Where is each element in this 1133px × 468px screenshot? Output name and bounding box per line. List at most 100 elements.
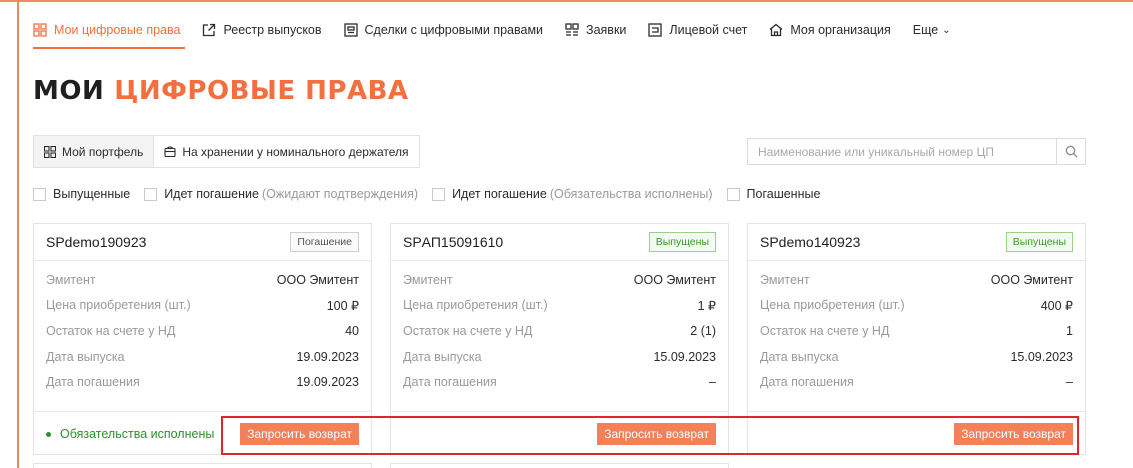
- nav-more-label: Еще: [912, 23, 939, 37]
- digital-right-card: SPdemo140923 Выпущены Эмитент ООО Эмитент…: [747, 223, 1086, 455]
- status-badge: Выпущены: [1005, 232, 1073, 252]
- card-row-price: Цена приобретения (шт.) 1 ₽: [403, 293, 716, 319]
- nav-item-more[interactable]: Еще ⌄: [913, 23, 951, 37]
- card-row-price: Цена приобретения (шт.) 100 ₽: [46, 293, 359, 319]
- row-key: Дата погашения: [46, 375, 140, 390]
- nav-item-my-organization[interactable]: Моя организация: [769, 23, 891, 37]
- row-value: 19.09.2023: [296, 375, 359, 390]
- nav-item-account[interactable]: Лицевой счет: [648, 23, 747, 37]
- card-row-issuer: Эмитент ООО Эмитент: [760, 267, 1073, 293]
- row-key: Дата погашения: [760, 375, 854, 390]
- deals-icon: [343, 23, 358, 37]
- row-key: Дата выпуска: [403, 349, 482, 364]
- filter-checkbox[interactable]: [432, 187, 446, 201]
- filter-label: Выпущенные: [53, 187, 131, 201]
- status-dot-icon: [46, 431, 51, 437]
- card-header: SPАП15091610 Выпущены: [391, 224, 728, 261]
- nav-item-label: Мои цифровые права: [54, 23, 181, 37]
- row-key: Дата выпуска: [46, 349, 125, 364]
- card-name[interactable]: SPdemo140923: [760, 234, 860, 250]
- active-nav-underline: [33, 47, 185, 49]
- card-header: SPdemo140923 Выпущены: [748, 224, 1085, 261]
- card-name[interactable]: SPdemo190923: [46, 234, 146, 250]
- search-input[interactable]: [748, 139, 1056, 164]
- card-row-issue-date: Дата выпуска 15.09.2023: [760, 344, 1073, 370]
- row-key: Остаток на счете у НД: [46, 323, 176, 338]
- row-value: 2 (1): [690, 323, 716, 338]
- wallet-icon: [164, 145, 176, 158]
- request-return-button[interactable]: Запросить возврат: [240, 423, 359, 445]
- filter-sublabel: (Ожидают подтверждения): [261, 187, 419, 201]
- filter-checkbox[interactable]: [144, 187, 158, 201]
- card-row-balance: Остаток на счете у НД 2 (1): [403, 318, 716, 344]
- nav-item-my-digital-rights[interactable]: Мои цифровые права: [33, 23, 180, 37]
- card-footer: Запросить возврат: [748, 411, 1085, 456]
- filter-checkbox[interactable]: [726, 187, 740, 201]
- row-key: Цена приобретения (шт.): [403, 298, 548, 313]
- next-card-partial: [33, 463, 372, 468]
- page-title-part1: МОИ: [33, 76, 105, 106]
- row-key: Дата погашения: [403, 375, 497, 390]
- row-value: ООО Эмитент: [276, 272, 359, 287]
- nav-item-label: Сделки с цифровыми правами: [364, 23, 544, 37]
- card-name[interactable]: SPАП15091610: [403, 234, 503, 250]
- row-value: 1 ₽: [697, 298, 716, 313]
- page-title: МОИ ЦИФРОВЫЕ ПРАВА: [33, 76, 409, 106]
- row-key: Цена приобретения (шт.): [760, 298, 905, 313]
- nav-item-label: Лицевой счет: [669, 23, 748, 37]
- filter-redeeming-awaiting[interactable]: Идет погашение (Ожидают подтверждения): [144, 187, 418, 201]
- card-row-redeem-date: Дата погашения 19.09.2023: [46, 369, 359, 395]
- next-card-partial: [390, 463, 729, 468]
- row-value: –: [1066, 375, 1073, 390]
- row-value: ООО Эмитент: [990, 272, 1073, 287]
- search-icon: [1065, 145, 1077, 158]
- row-value: 15.09.2023: [1010, 349, 1073, 364]
- row-key: Дата выпуска: [760, 349, 839, 364]
- card-row-balance: Остаток на счете у НД 40: [46, 318, 359, 344]
- nav-item-deals[interactable]: Сделки с цифровыми правами: [343, 23, 544, 37]
- card-body: Эмитент ООО Эмитент Цена приобретения (шт…: [34, 261, 371, 395]
- card-status: Обязательства исполнены: [46, 427, 214, 441]
- card-row-issuer: Эмитент ООО Эмитент: [403, 267, 716, 293]
- request-return-button[interactable]: Запросить возврат: [597, 423, 716, 445]
- card-header: SPdemo190923 Погашение: [34, 224, 371, 261]
- filter-issued[interactable]: Выпущенные: [33, 187, 130, 201]
- nav-item-requests[interactable]: Заявки: [565, 23, 626, 37]
- filter-redeemed[interactable]: Погашенные: [726, 187, 821, 201]
- filter-sublabel: (Обязательства исполнены): [549, 187, 713, 201]
- account-icon: [648, 23, 663, 37]
- nav-item-issue-registry[interactable]: Реестр выпусков: [202, 23, 322, 37]
- filter-label: Идет погашение: [452, 187, 547, 201]
- filter-checkbox[interactable]: [33, 187, 46, 201]
- nav-item-label: Моя организация: [790, 23, 891, 37]
- card-status-text: Обязательства исполнены: [60, 427, 215, 441]
- row-key: Эмитент: [403, 272, 453, 287]
- row-value: 40: [345, 323, 359, 338]
- card-row-issue-date: Дата выпуска 15.09.2023: [403, 344, 716, 370]
- digital-right-card: SPdemo190923 Погашение Эмитент ООО Эмитен…: [33, 223, 372, 455]
- home-icon: [769, 23, 783, 37]
- row-key: Остаток на счете у НД: [403, 323, 533, 338]
- row-value: 19.09.2023: [296, 349, 359, 364]
- row-key: Эмитент: [760, 272, 810, 287]
- portfolio-tabs: Мой портфель На хранении у номинального …: [33, 135, 420, 168]
- filter-redeeming-fulfilled[interactable]: Идет погашение (Обязательства исполнены): [432, 187, 713, 201]
- filter-label: Погашенные: [746, 187, 821, 201]
- tab-my-portfolio[interactable]: Мой портфель: [34, 136, 153, 167]
- tab-label: Мой портфель: [62, 144, 144, 159]
- tab-nominee-holding[interactable]: На хранении у номинального держателя: [153, 136, 419, 167]
- request-return-button[interactable]: Запросить возврат: [954, 423, 1073, 445]
- card-body: Эмитент ООО Эмитент Цена приобретения (шт…: [748, 261, 1085, 395]
- digital-rights-cards: SPdemo190923 Погашение Эмитент ООО Эмитен…: [33, 223, 1086, 455]
- row-value: 1: [1066, 323, 1073, 338]
- row-value: 15.09.2023: [653, 349, 716, 364]
- search-button[interactable]: [1056, 139, 1085, 164]
- top-nav: Мои цифровые права Реестр выпусков Сделк…: [33, 20, 973, 40]
- tab-label: На хранении у номинального держателя: [182, 144, 409, 159]
- frame-left-border: [17, 0, 19, 468]
- row-key: Цена приобретения (шт.): [46, 298, 191, 313]
- page-title-part2: ЦИФРОВЫЕ ПРАВА: [114, 76, 409, 106]
- status-badge: Выпущены: [648, 232, 716, 252]
- grid-icon: [44, 145, 56, 158]
- requests-icon: [565, 23, 579, 37]
